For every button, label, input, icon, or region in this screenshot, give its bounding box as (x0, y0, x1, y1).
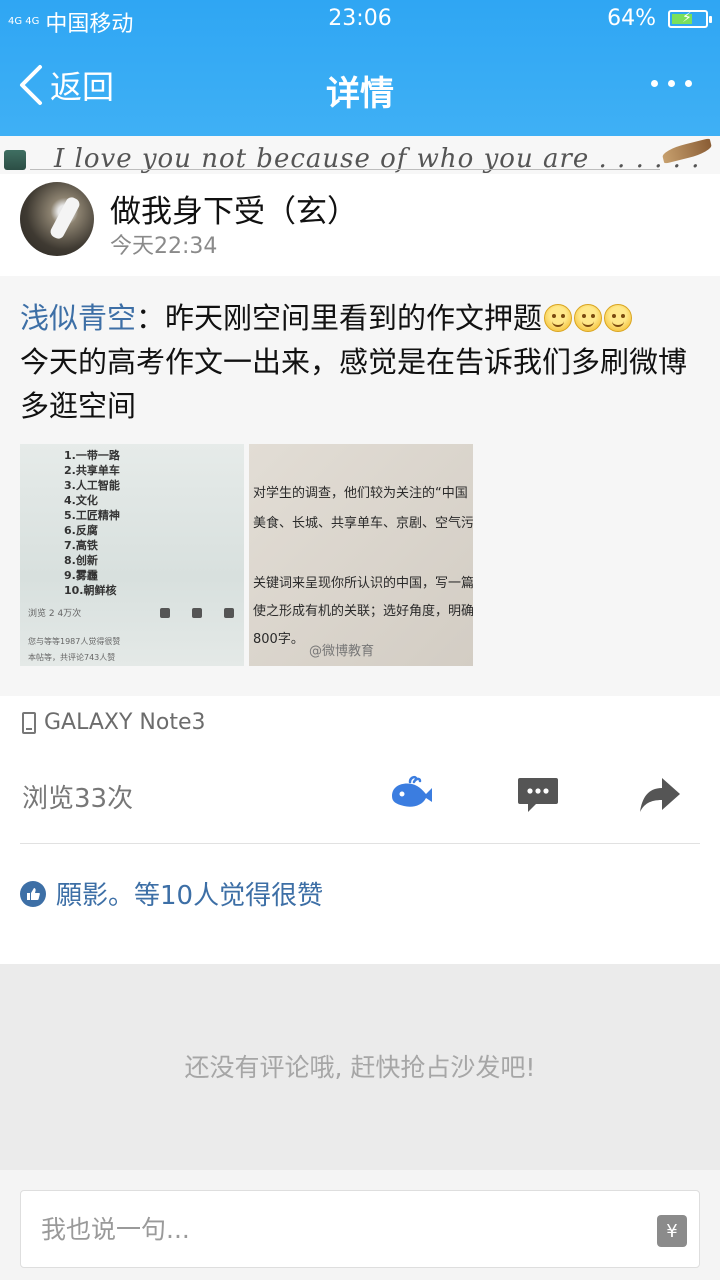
banner-line (30, 169, 660, 170)
image-1-topic-item: 7.高铁 (64, 539, 98, 552)
navbar: 返回 详情 (0, 52, 720, 122)
comment-input-box: ¥ (20, 1190, 700, 1268)
post-time: 今天22:34 (110, 234, 218, 259)
view-count: 浏览33次 (22, 784, 134, 814)
comments-section: 还没有评论哦, 赶快抢占沙发吧! (0, 964, 720, 1170)
image-1-topic-item: 5.工匠精神 (64, 509, 120, 522)
comment-icon[interactable] (514, 772, 562, 816)
smile-emoji-icon (544, 304, 573, 332)
post-image-1[interactable]: 1.一带一路 2.共享单车 3.人工智能 4.文化 5.工匠精神 6.反腐 7.高铁 8.创新… (20, 444, 244, 666)
post-text: 浅似青空：昨天刚空间里看到的作文押题 今天的高考作文一出来，感觉是在告诉我们多刷… (20, 296, 700, 428)
battery-icon: ⚡ (668, 10, 712, 28)
image-2-line: 美食、长城、共享单车、京剧、空气污 (253, 516, 473, 531)
dot-icon (668, 80, 675, 87)
device-info: GALAXY Note3 (22, 710, 206, 735)
image-2-line: 800字。 (253, 632, 304, 647)
smile-emoji-icon (574, 304, 603, 332)
image-1-topic-item: 3.人工智能 (64, 479, 120, 492)
image-1-topic-item: 6.反腐 (64, 524, 98, 537)
author-link[interactable]: 浅似青空 (20, 301, 136, 335)
status-bar: 4G 4G 中国移动 23:06 64% ⚡ (0, 0, 720, 40)
empty-comments-message: 还没有评论哦, 赶快抢占沙发吧! (184, 1053, 536, 1082)
avatar[interactable] (20, 182, 94, 256)
whale-favorite-icon[interactable] (388, 772, 436, 816)
image-2-line: 关键词来呈现你所认识的中国，写一篇 (253, 576, 473, 591)
post-text-rest: 今天的高考作文一出来，感觉是在告诉我们多刷微博多逛空间 (20, 345, 688, 423)
image-1-topic-item: 1.一带一路 (64, 449, 120, 462)
gift-icon[interactable]: ¥ (657, 1215, 687, 1247)
smile-emoji-icon (604, 304, 633, 332)
share-icon[interactable] (636, 772, 684, 816)
thumbs-up-glyph (27, 887, 40, 900)
likes-row[interactable]: 願影。等10人觉得很赞 (20, 875, 323, 912)
dot-icon (685, 80, 692, 87)
image-2-watermark: @微博教育 (309, 644, 375, 659)
decorative-banner: I love you not because of who you are . … (0, 136, 720, 174)
user-name[interactable]: 做我身下受（玄） (110, 186, 358, 231)
more-menu-button[interactable] (651, 80, 692, 87)
comment-input[interactable] (41, 1207, 621, 1251)
image-1-topic-item: 10.朝鲜核 (64, 584, 117, 597)
image-2-line: 使之形成有机的关联；选好角度，明确 (253, 604, 473, 619)
image-1-topic-item: 9.雾霾 (64, 569, 98, 582)
image-2-line: 对学生的调查，他们较为关注的“中国 (253, 486, 468, 501)
inkwell-icon (4, 150, 26, 170)
header: 4G 4G 中国移动 23:06 64% ⚡ 返回 详情 (0, 0, 720, 136)
charging-icon: ⚡ (682, 10, 692, 26)
author-separator: ： (136, 301, 166, 335)
post-image-2[interactable]: 对学生的调查，他们较为关注的“中国 美食、长城、共享单车、京剧、空气污 关键词来… (249, 444, 473, 666)
image-1-topic-item: 2.共享单车 (64, 464, 120, 477)
image-1-topic-item: 4.文化 (64, 494, 98, 507)
image-1-footer-line-2: 本帖等，共评论743人赞 (28, 653, 116, 662)
thumb-icon (160, 608, 170, 618)
battery-percent: 64% (607, 6, 656, 31)
image-1-action-icons (160, 608, 234, 618)
page-title: 详情 (326, 74, 394, 114)
avatar-figure (48, 195, 82, 241)
post-text-line1: 昨天刚空间里看到的作文押题 (165, 301, 543, 335)
post-header: 做我身下受（玄） 今天22:34 (0, 174, 720, 276)
device-name: GALAXY Note3 (44, 710, 206, 735)
image-1-footer: 您与等等1987人觉得很赞 本帖等，共评论743人赞 (28, 634, 120, 666)
image-1-topic-list: 1.一带一路 2.共享单车 3.人工智能 4.文化 5.工匠精神 6.反腐 7.高铁 8.创新… (64, 448, 120, 598)
comment-input-bar: ¥ (0, 1170, 720, 1280)
post-content: 浅似青空：昨天刚空间里看到的作文押题 今天的高考作文一出来，感觉是在告诉我们多刷… (0, 276, 720, 696)
comment-icon (192, 608, 202, 618)
image-1-footer-line-1: 您与等等1987人觉得很赞 (28, 637, 121, 646)
likes-text: 願影。等10人觉得很赞 (56, 881, 324, 911)
thumbs-up-icon (20, 880, 46, 907)
image-1-topic-item: 8.创新 (64, 554, 98, 567)
dot-icon (651, 80, 658, 87)
phone-icon (22, 711, 36, 734)
share-icon (224, 608, 234, 618)
divider (20, 843, 700, 844)
